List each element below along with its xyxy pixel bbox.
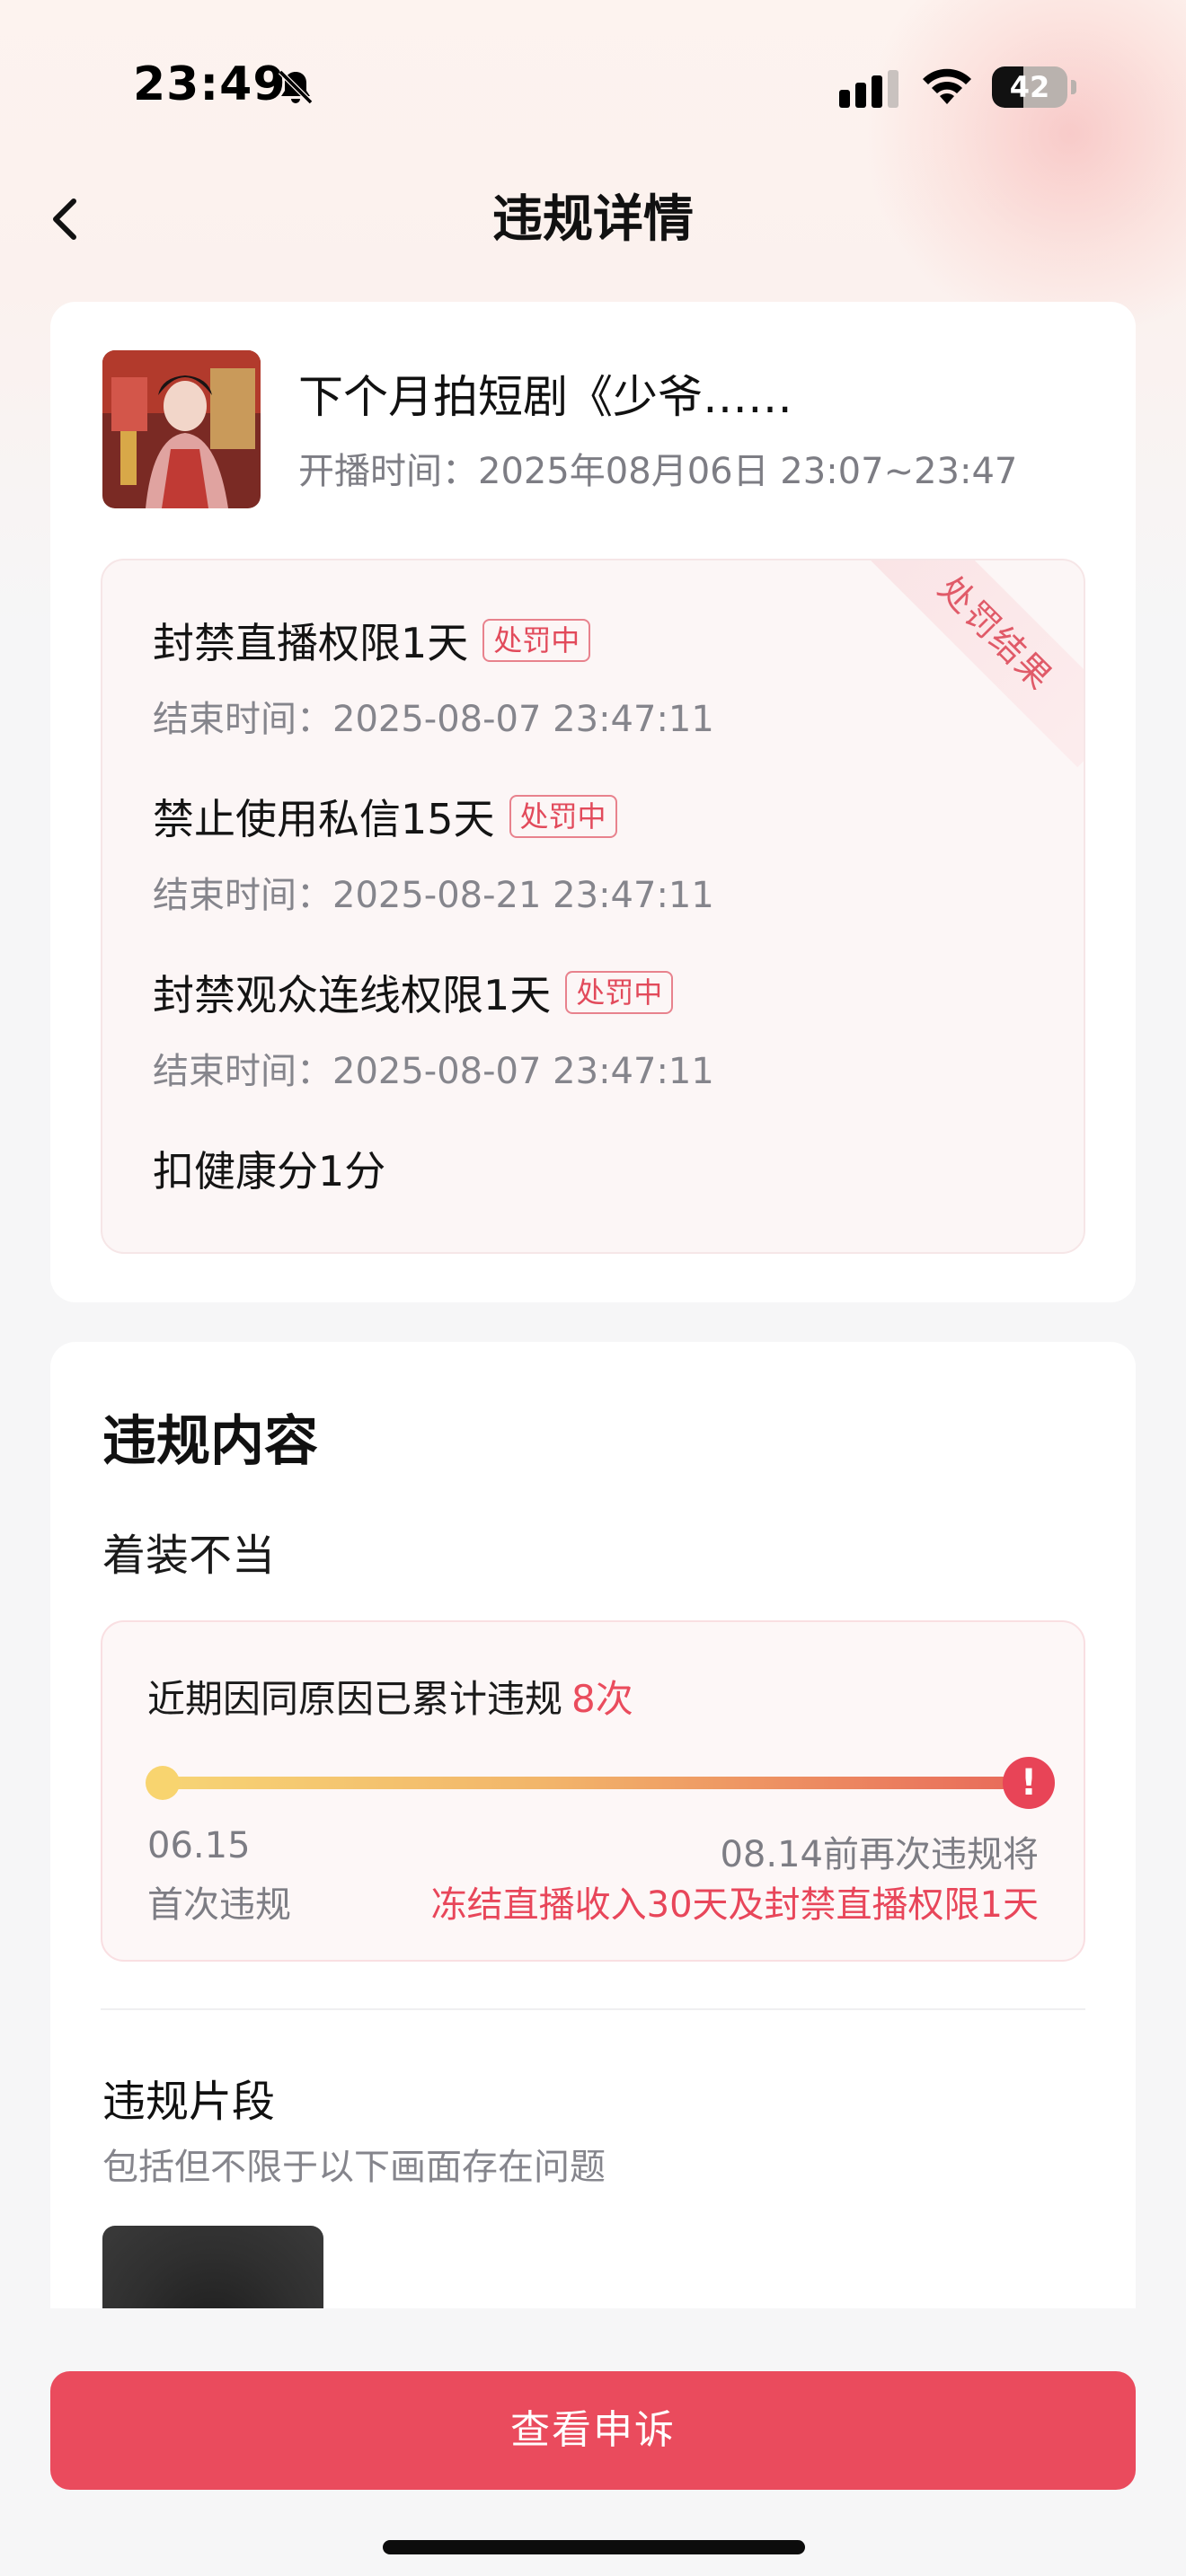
view-appeal-button[interactable]: 查看申诉: [50, 2371, 1136, 2490]
count-label-text: 近期因同原因已累计违规: [147, 1677, 563, 1721]
battery-indicator: 42: [992, 66, 1076, 108]
deadline-date: 08.14前再次违规将: [720, 1834, 1039, 1875]
first-violation-label: 首次违规: [147, 1884, 291, 1926]
bell-muted-icon: [278, 69, 314, 105]
first-violation-date: 06.15: [147, 1825, 251, 1866]
warning-icon: !: [1003, 1757, 1055, 1809]
deadline-consequence: 冻结直播收入30天及封禁直播权限1天: [430, 1884, 1039, 1926]
back-arrow-icon[interactable]: [32, 183, 104, 255]
nav-bar: 违规详情: [0, 171, 1186, 269]
penalty-name: 封禁直播权限1天: [153, 619, 469, 667]
violation-content-card: 违规内容 着装不当 近期因同原因已累计违规 8次 ! 06.15 首次违规 08.…: [50, 1342, 1136, 2312]
penalty-name: 封禁观众连线权限1天: [153, 971, 552, 1019]
stream-penalty-card: 下个月拍短剧《少爷…… 开播时间：2025年08月06日 23:07~23:47…: [50, 302, 1136, 1302]
clip-section-description: 包括但不限于以下画面存在问题: [102, 2147, 606, 2188]
penalty-end-time: 结束时间：2025-08-07 23:47:11: [153, 699, 714, 740]
penalty-item: 禁止使用私信15天 处罚中 结束时间：2025-08-21 23:47:11: [153, 787, 714, 918]
penalty-status-badge: 处罚中: [565, 971, 674, 1014]
wifi-icon: [923, 68, 971, 104]
penalty-status-badge: 处罚中: [509, 795, 617, 838]
penalty-end-time: 结束时间：2025-08-21 23:47:11: [153, 875, 714, 916]
violation-type: 着装不当: [102, 1531, 276, 1581]
penalty-results-box: 处罚结果 封禁直播权限1天 处罚中 结束时间：2025-08-07 23:47:1…: [101, 559, 1085, 1254]
stream-title: 下个月拍短剧《少爷……: [298, 371, 792, 423]
section-title: 违规内容: [102, 1410, 318, 1473]
violation-count-box: 近期因同原因已累计违规 8次 ! 06.15 首次违规 08.14前再次违规将 冻…: [101, 1620, 1085, 1962]
penalty-result-ribbon: 处罚结果: [861, 560, 1084, 768]
penalty-end-time: 结束时间：2025-08-07 23:47:11: [153, 1051, 714, 1092]
violation-count-value: 8次: [571, 1677, 633, 1721]
clip-section-title: 违规片段: [102, 2077, 276, 2127]
penalty-item: 封禁直播权限1天 处罚中 结束时间：2025-08-07 23:47:11: [153, 611, 714, 742]
violation-progress-track: [153, 1777, 1024, 1789]
first-violation-dot: [146, 1766, 180, 1800]
violation-count-label: 近期因同原因已累计违规 8次: [147, 1669, 633, 1724]
stream-cover-image: [102, 350, 261, 508]
health-score-deduction: 扣健康分1分: [153, 1147, 386, 1195]
page-title: 违规详情: [492, 190, 694, 249]
home-indicator: [383, 2540, 805, 2554]
violation-clip-thumbnail[interactable]: [102, 2226, 323, 2312]
battery-level: 42: [1009, 70, 1050, 104]
status-time: 23:49: [133, 57, 287, 111]
bottom-bar: 查看申诉: [0, 2308, 1186, 2576]
divider: [101, 2008, 1085, 2010]
penalty-item: 封禁观众连线权限1天 处罚中 结束时间：2025-08-07 23:47:11: [153, 963, 714, 1094]
penalty-status-badge: 处罚中: [482, 619, 591, 662]
penalty-name: 禁止使用私信15天: [153, 795, 495, 843]
cellular-signal-icon: [839, 70, 898, 108]
status-bar: 23:49 42: [0, 0, 1186, 171]
stream-time: 开播时间：2025年08月06日 23:07~23:47: [298, 451, 1018, 492]
